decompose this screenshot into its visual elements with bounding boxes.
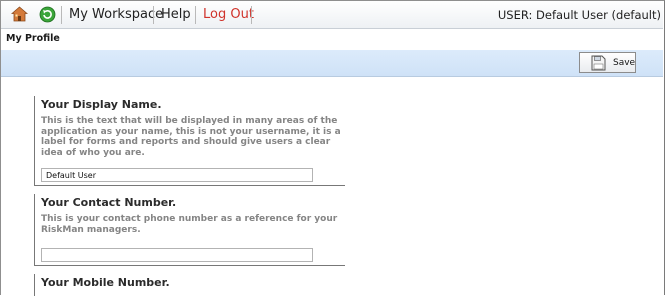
display-name-section: Your Display Name. This is the text that… xyxy=(34,96,345,186)
help-link[interactable]: Help xyxy=(161,7,191,22)
mobile-number-section: Your Mobile Number. xyxy=(34,274,345,296)
log-out-link[interactable]: Log Out xyxy=(203,7,254,22)
separator xyxy=(153,6,154,24)
contact-number-heading: Your Contact Number. xyxy=(41,196,177,209)
home-icon[interactable] xyxy=(10,6,29,23)
save-button[interactable]: Save xyxy=(579,52,636,73)
contact-number-description: This is your contact phone number as a r… xyxy=(41,214,338,235)
contact-number-input[interactable] xyxy=(41,248,313,262)
display-name-description: This is the text that will be displayed … xyxy=(41,116,341,158)
save-icon xyxy=(591,55,606,71)
toolbar: Save xyxy=(1,50,663,77)
refresh-icon[interactable] xyxy=(39,6,56,23)
display-name-heading: Your Display Name. xyxy=(41,98,162,111)
separator xyxy=(61,6,62,24)
contact-number-section: Your Contact Number. This is your contac… xyxy=(34,194,345,266)
page-header: My Profile xyxy=(1,29,663,51)
top-menu-bar: My Workspace Help Log Out USER: Default … xyxy=(1,1,663,29)
save-button-label: Save xyxy=(613,58,636,68)
display-name-input[interactable]: Default User xyxy=(41,168,313,182)
mobile-number-heading: Your Mobile Number. xyxy=(41,276,170,289)
section-divider xyxy=(35,185,345,186)
separator xyxy=(251,6,252,24)
separator xyxy=(195,6,196,24)
my-workspace-link[interactable]: My Workspace xyxy=(69,7,163,22)
current-user-label: USER: Default User (default) xyxy=(497,8,661,22)
page-title: My Profile xyxy=(6,33,60,44)
section-divider xyxy=(35,265,345,266)
